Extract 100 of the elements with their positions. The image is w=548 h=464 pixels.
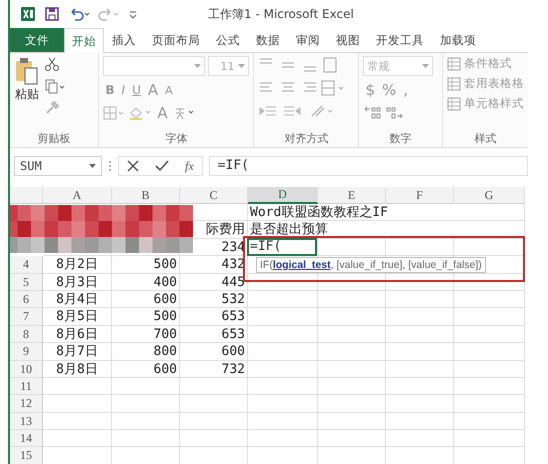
font-name-dropdown[interactable] [103,56,206,76]
empty-cell [318,430,386,448]
cell-text: 432 [220,256,246,274]
cell-text: 600 [152,360,178,378]
table-style-icon [446,96,461,110]
formula-field[interactable]: =IF( [208,156,528,176]
group-label: 剪贴板 [36,131,72,147]
ribbon-tab[interactable]: 文件 [10,28,64,52]
row-header[interactable]: 15 [10,447,43,464]
cell-text: 600 [152,290,178,308]
window-title: 工作簿1 - Microsoft Excel [208,6,354,22]
empty-cell [386,395,454,413]
empty-cell [318,412,386,430]
row-header[interactable]: 10 [10,360,43,378]
empty-cell [454,360,525,378]
row-header[interactable]: 5 [10,274,43,291]
group-label: 样式 [473,131,498,147]
cell-text: 732 [220,360,246,378]
cell-editor[interactable]: =IF( [247,238,317,256]
row-header[interactable]: 12 [10,395,43,413]
empty-cell [454,343,525,361]
column-header[interactable]: C [180,187,248,204]
cell-text: 8月7日 [55,343,99,360]
column-header[interactable]: D [248,187,318,204]
row-header[interactable]: 11 [10,378,43,396]
enter-icon[interactable] [155,160,169,172]
copy-icon[interactable] [44,78,66,94]
empty-cell [386,430,454,448]
ribbon-tab[interactable]: 开始 [64,28,104,53]
empty-cell [318,326,386,344]
caret-icon [238,64,246,68]
cell-text: 400 [152,274,178,291]
excel-logo-icon[interactable] [20,6,36,22]
ribbon-tab[interactable]: 插入 [104,28,144,52]
cell-text: 是否超出预算 [249,221,329,238]
cell-text: 8月5日 [55,308,99,326]
empty-cell [248,412,318,430]
border-icon[interactable] [103,106,126,120]
table-style-icon [446,76,461,90]
column-header[interactable]: G [454,187,525,204]
redo-icon[interactable] [98,7,120,21]
ribbon-tab[interactable]: 公式 [208,28,248,52]
cell-text: 际费用 [205,221,246,238]
row-header[interactable]: 6 [10,290,43,308]
paste-button[interactable]: 粘贴 [14,56,40,131]
cell-text: 800 [152,343,178,360]
empty-cell [454,326,525,344]
row-header[interactable]: 4 [10,256,43,274]
row-header[interactable]: 7 [10,308,43,326]
name-box[interactable]: SUM [14,156,102,176]
ribbon-tab[interactable]: 视图 [328,28,368,52]
group-label: 数字 [388,131,413,147]
caret-icon [422,64,430,68]
empty-cell [112,395,180,413]
empty-cell [180,412,248,430]
ribbon-tab[interactable]: 页面布局 [144,28,208,52]
row-header[interactable]: 9 [10,343,43,361]
empty-cell [454,412,525,430]
ribbon-tab[interactable]: 开发工具 [368,28,432,52]
empty-cell [386,326,454,344]
grip-icon [108,160,112,172]
cell-text: 600 [220,343,246,360]
fill-color-icon[interactable] [128,105,152,121]
row-header[interactable]: 14 [10,430,43,448]
ribbon-tab[interactable]: 审阅 [288,28,328,52]
empty-cell [454,378,525,396]
cell-text: 8月8日 [55,360,99,378]
ribbon-tab[interactable]: 加载项 [432,28,484,52]
format-painter-icon[interactable] [44,100,60,116]
row-header[interactable]: 8 [10,326,43,344]
column-header[interactable]: B [112,187,180,204]
column-header[interactable]: A [43,187,112,204]
group-label: 对齐方式 [283,131,330,147]
cell-text: 653 [220,326,246,343]
empty-cell [386,343,454,361]
cut-icon[interactable] [44,56,60,72]
empty-cell [454,290,525,308]
empty-cell [318,308,386,326]
cell-text: 8月2日 [55,256,99,274]
cell-text: 700 [152,326,178,343]
table-style-icon [446,56,461,70]
cell-text: Word联盟函数教程之IF [249,204,389,221]
empty-cell [318,378,386,396]
cell-text: 8月6日 [55,326,99,343]
cell-text: 500 [152,256,178,274]
column-header[interactable]: F [386,187,454,204]
save-icon[interactable] [44,6,60,22]
column-header[interactable]: E [318,187,386,204]
empty-cell [180,430,248,448]
insert-function-button[interactable]: fx [185,158,194,174]
cancel-icon[interactable] [127,160,139,172]
empty-cell [318,343,386,361]
ribbon-tab[interactable]: 数据 [248,28,288,52]
empty-cell [248,395,318,413]
group-label: 字体 [164,131,188,147]
cell-text: 445 [220,274,246,291]
cell-text: 8月3日 [55,274,99,291]
select-all-corner[interactable] [10,187,43,204]
row-header[interactable]: 13 [10,412,43,430]
argument-link[interactable]: logical_test [272,259,331,271]
